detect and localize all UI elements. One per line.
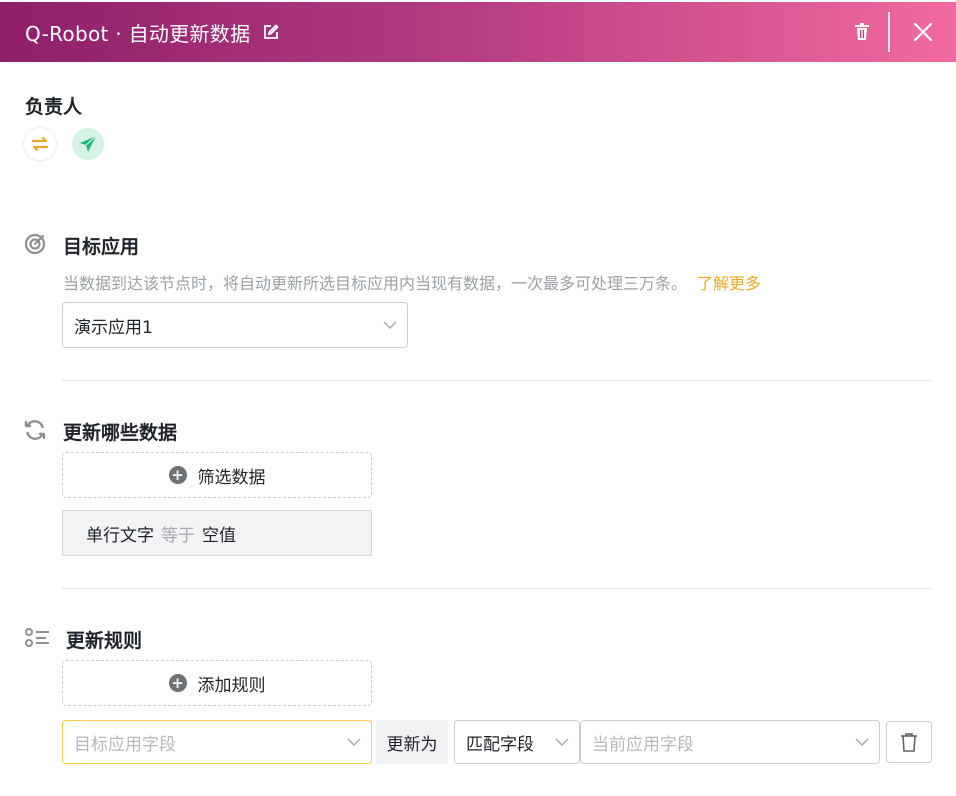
match-type-select[interactable]: 匹配字段 [454, 720, 580, 764]
refresh-icon [24, 419, 46, 441]
filter-data-button[interactable]: + 筛选数据 [62, 452, 372, 498]
target-field-placeholder: 目标应用字段 [74, 734, 176, 755]
source-field-select[interactable]: 当前应用字段 [580, 720, 880, 764]
chevron-down-icon [855, 735, 869, 749]
chevron-down-icon [347, 735, 361, 749]
filter-condition[interactable]: 单行文字 等于 空值 [62, 510, 372, 556]
section-divider [62, 380, 932, 381]
match-type-value: 匹配字段 [466, 734, 534, 755]
condition-value: 空值 [202, 525, 236, 546]
update-as-label: 更新为 [376, 720, 448, 764]
edit-icon[interactable] [262, 23, 280, 41]
close-icon[interactable] [912, 21, 934, 43]
which-data-title: 更新哪些数据 [63, 422, 178, 444]
plus-circle-icon: + [168, 466, 187, 484]
panel-title: Q-Robot · 自动更新数据 [25, 21, 251, 46]
list-icon [24, 627, 50, 649]
target-app-value: 演示应用1 [74, 317, 153, 338]
add-rule-label: 添加规则 [197, 675, 266, 696]
target-app-description: 当数据到达该节点时，将自动更新所选目标应用内当现有数据，一次最多可处理三万条。了… [63, 270, 761, 294]
learn-more-link[interactable]: 了解更多 [697, 274, 761, 293]
rules-title: 更新规则 [66, 630, 143, 652]
description-text: 当数据到达该节点时，将自动更新所选目标应用内当现有数据，一次最多可处理三万条。 [63, 274, 688, 293]
send-icon[interactable] [72, 128, 104, 160]
delete-rule-button[interactable] [886, 721, 932, 763]
chevron-down-icon [555, 735, 569, 749]
target-app-title: 目标应用 [63, 236, 140, 258]
plus-circle-icon: + [168, 674, 187, 692]
owner-label: 负责人 [25, 96, 83, 118]
target-field-select[interactable]: 目标应用字段 [62, 720, 372, 764]
target-app-select[interactable]: 演示应用1 [62, 302, 408, 348]
header-actions [852, 2, 956, 62]
trash-icon[interactable] [852, 22, 872, 42]
swap-arrows-icon[interactable] [24, 128, 56, 160]
source-field-placeholder: 当前应用字段 [592, 734, 694, 755]
panel-header: Q-Robot · 自动更新数据 [0, 2, 956, 62]
condition-operator: 等于 [161, 525, 195, 546]
trash-icon [900, 732, 918, 752]
owner-avatars [24, 128, 104, 160]
add-rule-button[interactable]: + 添加规则 [62, 660, 372, 706]
target-icon [24, 233, 46, 255]
section-divider [62, 588, 932, 589]
chevron-down-icon [383, 318, 397, 332]
header-divider [888, 12, 890, 52]
condition-field: 单行文字 [86, 525, 154, 546]
filter-data-label: 筛选数据 [197, 467, 266, 488]
